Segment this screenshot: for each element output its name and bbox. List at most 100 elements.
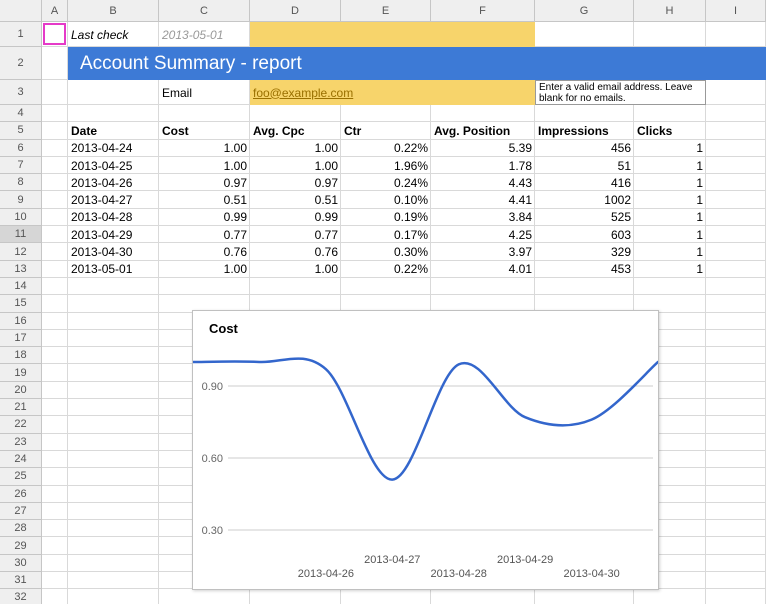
column-header-A[interactable]: A bbox=[42, 0, 68, 22]
row-header-23[interactable]: 23 bbox=[0, 434, 42, 451]
row-header-16[interactable]: 16 bbox=[0, 313, 42, 330]
cell[interactable] bbox=[706, 537, 766, 554]
table-cell[interactable]: 2013-04-27 bbox=[68, 191, 159, 208]
cell[interactable] bbox=[68, 555, 159, 572]
table-cell[interactable]: 51 bbox=[535, 157, 634, 174]
row-header-12[interactable]: 12 bbox=[0, 243, 42, 260]
cell[interactable] bbox=[431, 589, 535, 604]
cell[interactable] bbox=[42, 572, 68, 589]
table-cell[interactable]: 2013-04-26 bbox=[68, 174, 159, 191]
cell[interactable] bbox=[42, 243, 68, 260]
cell[interactable] bbox=[68, 572, 159, 589]
row-header-13[interactable]: 13 bbox=[0, 261, 42, 278]
cell[interactable] bbox=[68, 520, 159, 537]
cell[interactable] bbox=[42, 105, 68, 122]
cell[interactable] bbox=[42, 434, 68, 451]
cell[interactable] bbox=[706, 243, 766, 260]
table-cell[interactable]: 453 bbox=[535, 261, 634, 278]
cell[interactable] bbox=[42, 416, 68, 433]
table-cell[interactable]: 5.39 bbox=[431, 140, 535, 157]
cell[interactable] bbox=[706, 191, 766, 208]
row-header-22[interactable]: 22 bbox=[0, 416, 42, 433]
cell[interactable] bbox=[431, 105, 535, 122]
cell[interactable] bbox=[159, 278, 250, 295]
cell[interactable] bbox=[42, 47, 68, 80]
column-header-E[interactable]: E bbox=[341, 0, 431, 22]
table-cell[interactable]: 4.01 bbox=[431, 261, 535, 278]
row-header-9[interactable]: 9 bbox=[0, 191, 42, 208]
table-header-clicks[interactable]: Clicks bbox=[634, 122, 706, 139]
cell[interactable] bbox=[706, 22, 766, 47]
table-cell[interactable]: 603 bbox=[535, 226, 634, 243]
cell[interactable] bbox=[159, 589, 250, 604]
cell[interactable] bbox=[42, 226, 68, 243]
cell[interactable] bbox=[706, 520, 766, 537]
table-cell[interactable]: 1.00 bbox=[159, 157, 250, 174]
cell[interactable] bbox=[42, 468, 68, 485]
cell[interactable] bbox=[159, 105, 250, 122]
table-cell[interactable]: 0.99 bbox=[250, 209, 341, 226]
cell[interactable] bbox=[42, 382, 68, 399]
cell[interactable] bbox=[42, 261, 68, 278]
table-cell[interactable]: 329 bbox=[535, 243, 634, 260]
cell[interactable] bbox=[535, 105, 634, 122]
cell[interactable] bbox=[706, 451, 766, 468]
cell-last-check-label[interactable]: Last check bbox=[68, 22, 159, 47]
row-header-32[interactable]: 32 bbox=[0, 589, 42, 604]
cell[interactable] bbox=[68, 347, 159, 364]
row-header-5[interactable]: 5 bbox=[0, 122, 42, 139]
cell[interactable] bbox=[341, 278, 431, 295]
cell[interactable] bbox=[706, 555, 766, 572]
table-header-impressions[interactable]: Impressions bbox=[535, 122, 634, 139]
row-header-18[interactable]: 18 bbox=[0, 347, 42, 364]
column-header-D[interactable]: D bbox=[250, 0, 341, 22]
cell[interactable] bbox=[706, 261, 766, 278]
cell[interactable] bbox=[706, 364, 766, 381]
table-cell[interactable]: 1.78 bbox=[431, 157, 535, 174]
cell[interactable] bbox=[706, 313, 766, 330]
cell[interactable] bbox=[68, 80, 159, 105]
cell[interactable] bbox=[706, 226, 766, 243]
table-cell[interactable]: 1002 bbox=[535, 191, 634, 208]
table-cell[interactable]: 4.43 bbox=[431, 174, 535, 191]
table-cell[interactable]: 0.97 bbox=[250, 174, 341, 191]
cell[interactable] bbox=[634, 22, 706, 47]
cell[interactable] bbox=[706, 399, 766, 416]
table-cell[interactable]: 1 bbox=[634, 174, 706, 191]
cell[interactable] bbox=[68, 382, 159, 399]
row-header-17[interactable]: 17 bbox=[0, 330, 42, 347]
cell[interactable] bbox=[706, 122, 766, 139]
cell[interactable] bbox=[706, 80, 766, 105]
row-header-2[interactable]: 2 bbox=[0, 47, 42, 80]
table-header-ctr[interactable]: Ctr bbox=[341, 122, 431, 139]
table-cell[interactable]: 2013-04-29 bbox=[68, 226, 159, 243]
cell-yellow-input-row1[interactable] bbox=[250, 22, 535, 47]
table-cell[interactable]: 3.84 bbox=[431, 209, 535, 226]
cell[interactable] bbox=[68, 434, 159, 451]
table-header-date[interactable]: Date bbox=[68, 122, 159, 139]
cell[interactable] bbox=[68, 278, 159, 295]
cell[interactable] bbox=[634, 589, 706, 604]
table-cell[interactable]: 1 bbox=[634, 191, 706, 208]
table-cell[interactable]: 0.77 bbox=[250, 226, 341, 243]
row-header-30[interactable]: 30 bbox=[0, 555, 42, 572]
cell[interactable] bbox=[341, 589, 431, 604]
table-cell[interactable]: 0.51 bbox=[159, 191, 250, 208]
cell[interactable] bbox=[42, 122, 68, 139]
row-header-1[interactable]: 1 bbox=[0, 22, 42, 47]
email-link[interactable]: foo@example.com bbox=[253, 86, 353, 100]
cell[interactable] bbox=[706, 572, 766, 589]
cell[interactable] bbox=[250, 105, 341, 122]
table-cell[interactable]: 0.97 bbox=[159, 174, 250, 191]
cell[interactable] bbox=[42, 209, 68, 226]
table-cell[interactable]: 1.00 bbox=[250, 140, 341, 157]
table-cell[interactable]: 525 bbox=[535, 209, 634, 226]
cell[interactable] bbox=[42, 537, 68, 554]
cell[interactable] bbox=[42, 174, 68, 191]
cell[interactable] bbox=[42, 191, 68, 208]
cell[interactable] bbox=[535, 22, 634, 47]
cell[interactable] bbox=[706, 330, 766, 347]
row-header-11[interactable]: 11 bbox=[0, 226, 42, 243]
row-header-19[interactable]: 19 bbox=[0, 364, 42, 381]
column-header-C[interactable]: C bbox=[159, 0, 250, 22]
